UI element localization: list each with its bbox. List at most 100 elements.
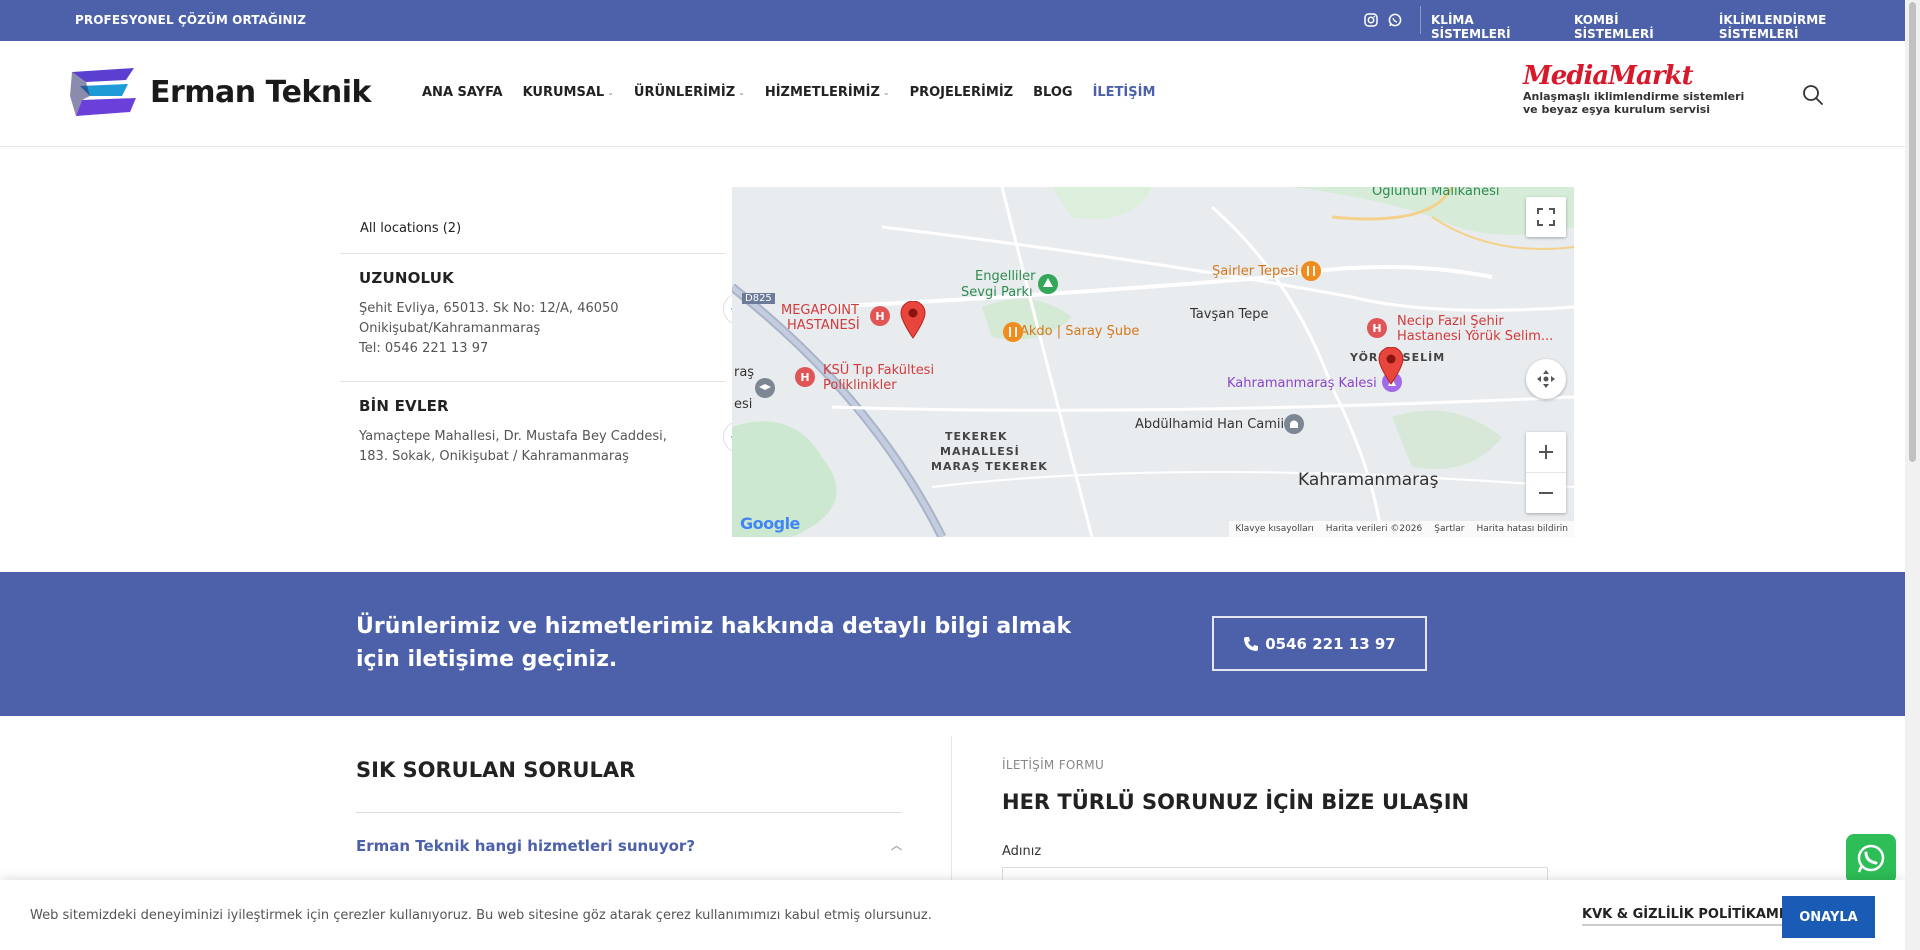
map-label[interactable]: Sevgi Parkı [961,285,1033,300]
map-label[interactable]: KSÜ Tıp Fakültesi [823,363,934,378]
call-button-label: 0546 221 13 97 [1265,634,1396,653]
nav-ana-sayfa[interactable]: ANA SAYFA [422,85,503,100]
topbar-link-klima[interactable]: KLİMA SİSTEMLERİ [1431,13,1554,41]
location-address: Şehit Evliya, 65013. Sk No: 12/A, 46050 … [359,301,619,356]
topbar-links: KLİMA SİSTEMLERİ KOMBİ SİSTEMLERİ İKLİML… [1431,13,1905,41]
park-icon[interactable] [1037,273,1059,295]
nav-iletisim[interactable]: İLETİŞİM [1093,85,1156,100]
nav-blog[interactable]: BLOG [1033,85,1072,100]
location-item[interactable]: UZUNOLUK Şehit Evliya, 65013. Sk No: 12/… [359,269,755,359]
main-nav: ANA SAYFA KURUMSAL ⌄ ÜRÜNLERİMİZ ⌄ HİZMETL… [422,85,1155,100]
cta-band: Ürünlerimiz ve hizmetlerimiz hakkında de… [0,572,1905,716]
hospital-icon[interactable]: H [794,366,816,388]
nav-projelerimiz[interactable]: PROJELERİMİZ [910,85,1014,100]
logo-text: Erman Teknik [150,74,371,110]
page-scrollbar[interactable] [1905,0,1920,950]
hospital-icon[interactable]: H [869,305,891,327]
map-label: raş [734,365,755,380]
whatsapp-icon[interactable] [1388,12,1402,27]
map-label[interactable]: Kahramanmaraş Kalesi [1227,376,1377,391]
cookie-bar: Web sitemizdeki deneyiminizi iyileştirme… [0,880,1905,950]
faq-title: SIK SORULAN SORULAR [356,758,636,782]
location-item[interactable]: BİN EVLER Yamaçtepe Mahallesi, Dr. Musta… [359,397,755,467]
school-icon[interactable] [754,377,776,399]
nav-urunlerimiz[interactable]: ÜRÜNLERİMİZ ⌄ [634,85,745,100]
divider [340,253,725,254]
topbar-divider [1420,6,1421,34]
scrollbar-thumb[interactable] [1909,2,1916,462]
svg-text:H: H [875,310,884,323]
map-label: MAHALLESİ [940,445,1020,458]
form-kicker: İLETİŞİM FORMU [1002,758,1105,772]
search-icon[interactable] [1802,84,1824,106]
zoom-in-icon[interactable] [1526,433,1566,473]
map-label[interactable]: Hastanesi Yörük Selim... [1397,329,1553,344]
fullscreen-icon[interactable] [1526,197,1566,237]
google-map[interactable]: Oğlunun Malikanesi Şairler Tepesi Engell… [732,187,1574,537]
location-pin-icon[interactable] [1378,347,1404,385]
form-title: HER TÜRLÜ SORUNUZ İÇİN BİZE ULAŞIN [1002,790,1470,814]
map-label[interactable]: HASTANESİ [787,318,860,333]
topbar-link-kombi[interactable]: KOMBİ SİSTEMLERİ [1574,13,1699,41]
location-pin-icon[interactable] [900,301,926,339]
map-label[interactable]: Abdülhamid Han Camii [1135,417,1284,432]
zoom-out-icon[interactable] [1526,473,1566,513]
accept-cookies-button[interactable]: ONAYLA [1782,896,1875,938]
map-data-text: Harita verileri ©2026 [1325,524,1423,534]
zoom-controls [1526,432,1566,513]
map-label[interactable]: Poliklinikler [823,378,897,393]
whatsapp-float-button[interactable] [1846,834,1896,884]
site-logo[interactable]: Erman Teknik [68,66,371,118]
google-logo-text: Google [740,514,800,533]
name-field-label: Adınız [1002,844,1042,859]
all-locations-label[interactable]: All locations (2) [360,221,461,236]
map-label[interactable]: MEGAPOINT [781,303,859,318]
report-error-link[interactable]: Harita hatası bildirin [1476,524,1568,534]
partner-line2: ve beyaz eşya kurulum servisi [1523,103,1711,116]
map-city-label: Kahramanmaraş [1298,470,1439,490]
instagram-icon[interactable] [1364,12,1378,27]
location-address: Yamaçtepe Mahallesi, Dr. Mustafa Bey Cad… [359,429,667,464]
map-label[interactable]: Necip Fazıl Şehir [1397,314,1504,329]
location-name: BİN EVLER [359,397,449,415]
map-label[interactable]: Şairler Tepesi [1212,264,1299,279]
nav-kurumsal[interactable]: KURUMSAL ⌄ [523,85,614,100]
restaurant-icon[interactable] [1002,321,1024,343]
keyboard-shortcuts-link[interactable]: Klavye kısayolları [1235,524,1313,534]
map-label: MARAŞ TEKEREK [931,460,1048,473]
map-base [732,187,1574,537]
map-label[interactable]: Akdo | Saray Şube [1020,324,1139,339]
restaurant-icon[interactable] [1300,260,1322,282]
phone-icon [1244,636,1259,651]
logo-mark-icon [70,68,136,116]
svg-text:H: H [800,371,809,384]
partner-badge[interactable]: MediaMarkt Anlaşmaşlı iklimlendirme sist… [1523,61,1744,117]
hospital-icon[interactable]: H [1366,317,1388,339]
nav-hizmetlerimiz[interactable]: HİZMETLERİMİZ ⌄ [765,85,890,100]
chevron-down-icon: ⌄ [607,88,614,97]
locations-panel: All locations (2) UZUNOLUK Şehit Evliya,… [340,187,755,537]
location-name: UZUNOLUK [359,269,454,287]
map-label[interactable]: Oğlunun Malikanesi [1372,187,1499,199]
divider [356,812,902,813]
whatsapp-icon [1857,844,1885,873]
cookie-text: Web sitemizdeki deneyiminizi iyileştirme… [30,908,932,923]
call-button[interactable]: 0546 221 13 97 [1212,616,1427,671]
mosque-icon[interactable] [1283,413,1305,435]
faq-question[interactable]: Erman Teknik hangi hizmetleri sunuyor? ︿ [356,837,902,855]
header: Erman Teknik ANA SAYFA KURUMSAL ⌄ ÜRÜNLER… [0,41,1905,147]
map-label[interactable]: Engelliler [975,269,1036,284]
topbar-tagline: PROFESYONEL ÇÖZÜM ORTAĞINIZ [75,13,307,27]
faq-question-text: Erman Teknik hangi hizmetleri sunuyor? [356,837,696,855]
map-label: esi [734,397,753,412]
faq-section: SIK SORULAN SORULAR Erman Teknik hangi h… [356,758,902,855]
social-links [1364,12,1402,27]
road-marker: D825 [742,293,775,304]
privacy-policy-link[interactable]: KVK & GİZLİLİK POLİTİKAMIZ [1582,907,1794,926]
partner-brand: MediaMarkt [1523,61,1694,91]
terms-link[interactable]: Şartlar [1434,524,1464,534]
topbar: PROFESYONEL ÇÖZÜM ORTAĞINIZ KLİMA SİSTEM… [0,0,1905,41]
topbar-link-iklimlendirme[interactable]: İKLİMLENDİRME SİSTEMLERİ [1719,13,1905,41]
google-logo: Google [740,514,800,533]
camera-control-icon[interactable] [1526,359,1566,399]
